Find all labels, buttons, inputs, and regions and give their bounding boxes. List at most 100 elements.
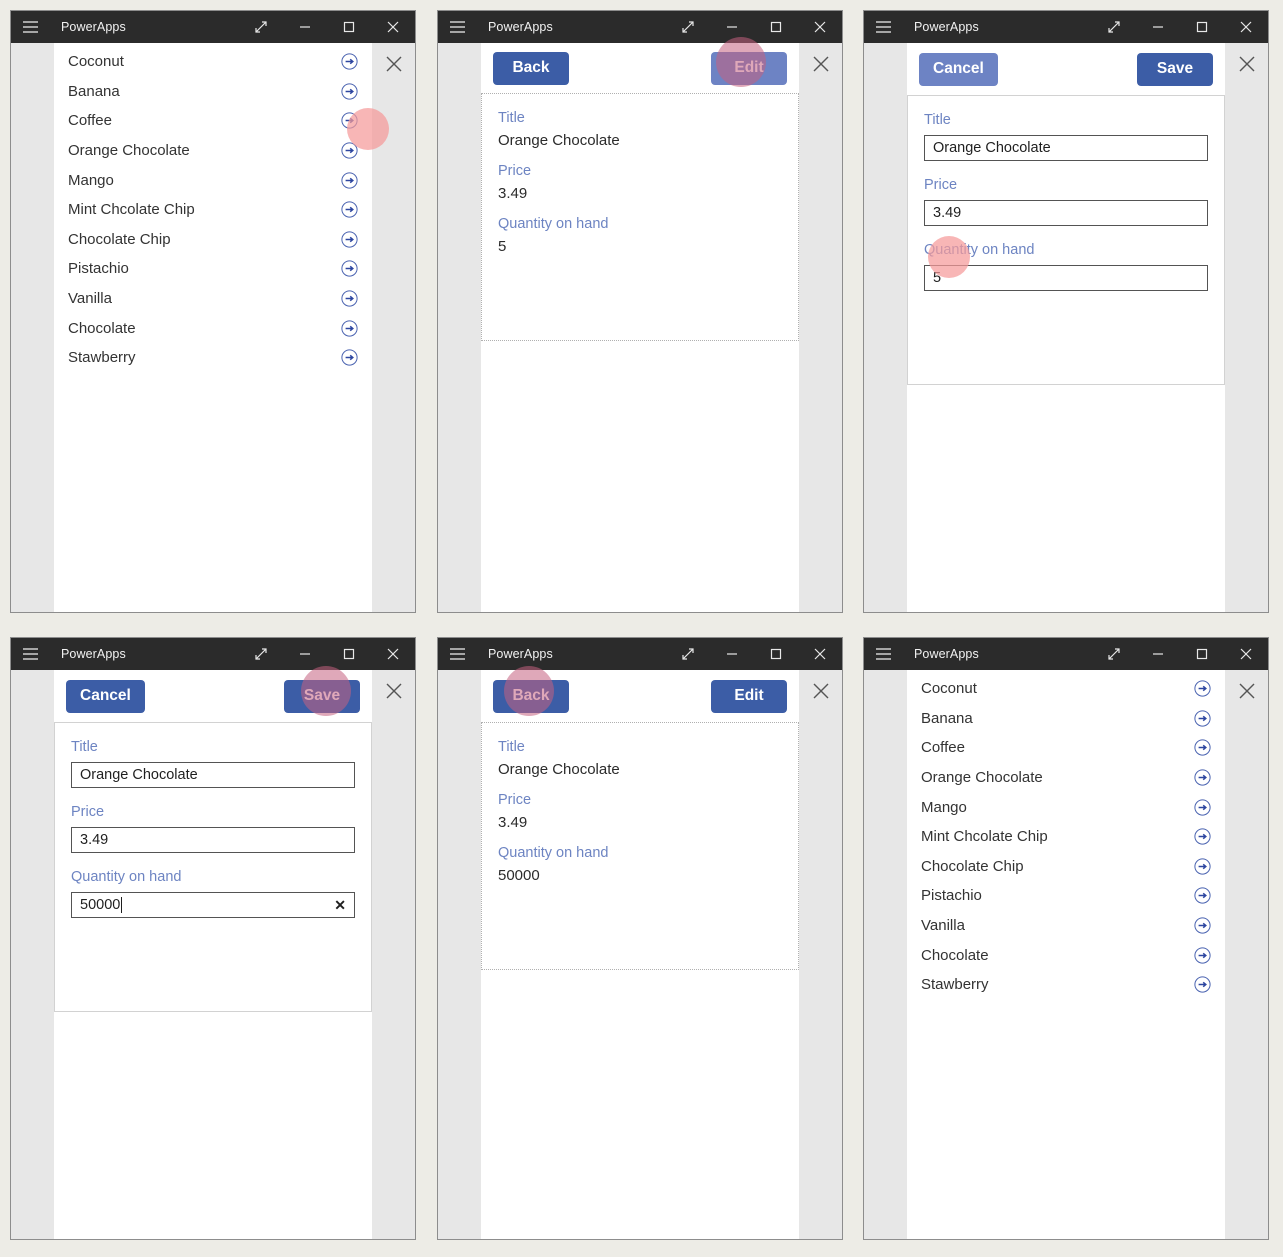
hamburger-menu-icon[interactable] bbox=[864, 638, 902, 670]
list-item[interactable]: Pistachio bbox=[54, 254, 372, 284]
hamburger-menu-icon[interactable] bbox=[864, 11, 902, 43]
quantity-input[interactable]: 50000 ✕ bbox=[71, 892, 355, 918]
arrow-right-circle-icon[interactable] bbox=[341, 142, 358, 159]
arrow-right-circle-icon[interactable] bbox=[1194, 799, 1211, 816]
window-close-icon[interactable] bbox=[798, 638, 842, 670]
arrow-right-circle-icon[interactable] bbox=[1194, 769, 1211, 786]
list-item[interactable]: Chocolate bbox=[54, 313, 372, 343]
app-close-icon[interactable] bbox=[1234, 678, 1260, 704]
window-close-icon[interactable] bbox=[371, 638, 415, 670]
list-item[interactable]: Orange Chocolate bbox=[54, 136, 372, 166]
restore-icon[interactable] bbox=[239, 11, 283, 43]
clear-field-icon[interactable]: ✕ bbox=[334, 898, 346, 912]
hamburger-menu-icon[interactable] bbox=[438, 11, 476, 43]
arrow-right-circle-icon[interactable] bbox=[341, 83, 358, 100]
arrow-right-circle-icon[interactable] bbox=[341, 290, 358, 307]
title-input[interactable]: Orange Chocolate bbox=[71, 762, 355, 788]
maximize-icon[interactable] bbox=[327, 638, 371, 670]
title-input[interactable]: Orange Chocolate bbox=[924, 135, 1208, 161]
restore-icon[interactable] bbox=[666, 638, 710, 670]
list-item[interactable]: Mango bbox=[907, 792, 1225, 822]
edit-button[interactable]: Edit bbox=[711, 51, 787, 85]
list-item[interactable]: Chocolate bbox=[907, 940, 1225, 970]
list-item[interactable]: Coffee bbox=[54, 106, 372, 136]
window-close-icon[interactable] bbox=[1224, 638, 1268, 670]
maximize-icon[interactable] bbox=[327, 11, 371, 43]
arrow-right-circle-icon[interactable] bbox=[341, 260, 358, 278]
right-rail bbox=[372, 670, 415, 1239]
minimize-icon[interactable] bbox=[1136, 11, 1180, 43]
back-button[interactable]: Back bbox=[493, 51, 569, 85]
arrow-right-circle-icon[interactable] bbox=[341, 320, 358, 337]
list-item[interactable]: Mint Chcolate Chip bbox=[907, 822, 1225, 852]
cancel-button[interactable]: Cancel bbox=[919, 52, 998, 86]
app-close-icon[interactable] bbox=[381, 51, 407, 77]
list-item[interactable]: Mango bbox=[54, 165, 372, 195]
hamburger-menu-icon[interactable] bbox=[11, 11, 49, 43]
hamburger-menu-icon[interactable] bbox=[438, 638, 476, 670]
window-close-icon[interactable] bbox=[1224, 11, 1268, 43]
list-item[interactable]: Orange Chocolate bbox=[907, 763, 1225, 793]
minimize-icon[interactable] bbox=[283, 638, 327, 670]
list-item[interactable]: Chocolate Chip bbox=[54, 225, 372, 255]
list-item[interactable]: Chocolate Chip bbox=[907, 852, 1225, 882]
save-button[interactable]: Save bbox=[284, 679, 360, 713]
arrow-right-circle-icon[interactable] bbox=[1194, 976, 1211, 993]
minimize-icon[interactable] bbox=[1136, 638, 1180, 670]
arrow-right-circle-icon[interactable] bbox=[341, 53, 358, 70]
list-item[interactable]: Coconut bbox=[54, 47, 372, 77]
list-item[interactable]: Vanilla bbox=[907, 911, 1225, 941]
arrow-right-circle-icon[interactable] bbox=[1194, 858, 1211, 875]
arrow-right-circle-icon[interactable] bbox=[1194, 947, 1211, 964]
back-button[interactable]: Back bbox=[493, 679, 569, 713]
app-close-icon[interactable] bbox=[1234, 51, 1260, 77]
app-close-icon[interactable] bbox=[808, 51, 834, 77]
hamburger-menu-icon[interactable] bbox=[11, 638, 49, 670]
panel-2-window: PowerApps Back Edit Title Orange Chocola… bbox=[437, 10, 843, 613]
list-item[interactable]: Stawberry bbox=[54, 343, 372, 373]
arrow-right-circle-icon[interactable] bbox=[341, 172, 358, 189]
arrow-right-circle-icon[interactable] bbox=[341, 231, 358, 248]
price-input[interactable]: 3.49 bbox=[924, 200, 1208, 226]
cancel-button[interactable]: Cancel bbox=[66, 679, 145, 713]
arrow-right-circle-icon[interactable] bbox=[1194, 887, 1211, 905]
arrow-right-circle-icon[interactable] bbox=[1194, 710, 1211, 727]
list-item[interactable]: Stawberry bbox=[907, 970, 1225, 1000]
arrow-right-circle-icon[interactable] bbox=[1194, 680, 1211, 697]
field-title: Title Orange Chocolate bbox=[55, 723, 371, 788]
arrow-right-circle-icon[interactable] bbox=[341, 349, 358, 366]
arrow-right-circle-icon[interactable] bbox=[1194, 739, 1211, 757]
list-item[interactable]: Banana bbox=[907, 704, 1225, 734]
arrow-right-circle-icon[interactable] bbox=[1194, 917, 1211, 934]
window-close-icon[interactable] bbox=[798, 11, 842, 43]
maximize-icon[interactable] bbox=[1180, 638, 1224, 670]
save-button[interactable]: Save bbox=[1137, 52, 1213, 86]
field-quantity: Quantity on hand 50000 bbox=[482, 831, 798, 884]
arrow-right-circle-icon[interactable] bbox=[341, 112, 358, 130]
price-input[interactable]: 3.49 bbox=[71, 827, 355, 853]
maximize-icon[interactable] bbox=[754, 638, 798, 670]
list-item[interactable]: Mint Chcolate Chip bbox=[54, 195, 372, 225]
restore-icon[interactable] bbox=[666, 11, 710, 43]
restore-icon[interactable] bbox=[1092, 638, 1136, 670]
maximize-icon[interactable] bbox=[1180, 11, 1224, 43]
minimize-icon[interactable] bbox=[710, 638, 754, 670]
quantity-input[interactable]: 5 bbox=[924, 265, 1208, 291]
restore-icon[interactable] bbox=[239, 638, 283, 670]
edit-button[interactable]: Edit bbox=[711, 679, 787, 713]
list-item[interactable]: Pistachio bbox=[907, 881, 1225, 911]
app-close-icon[interactable] bbox=[808, 678, 834, 704]
list-item-label: Banana bbox=[921, 709, 973, 727]
arrow-right-circle-icon[interactable] bbox=[341, 201, 358, 218]
list-item[interactable]: Banana bbox=[54, 77, 372, 107]
arrow-right-circle-icon[interactable] bbox=[1194, 828, 1211, 845]
list-item[interactable]: Coffee bbox=[907, 733, 1225, 763]
minimize-icon[interactable] bbox=[283, 11, 327, 43]
maximize-icon[interactable] bbox=[754, 11, 798, 43]
list-item[interactable]: Coconut bbox=[907, 674, 1225, 704]
list-item[interactable]: Vanilla bbox=[54, 284, 372, 314]
minimize-icon[interactable] bbox=[710, 11, 754, 43]
window-close-icon[interactable] bbox=[371, 11, 415, 43]
app-close-icon[interactable] bbox=[381, 678, 407, 704]
restore-icon[interactable] bbox=[1092, 11, 1136, 43]
